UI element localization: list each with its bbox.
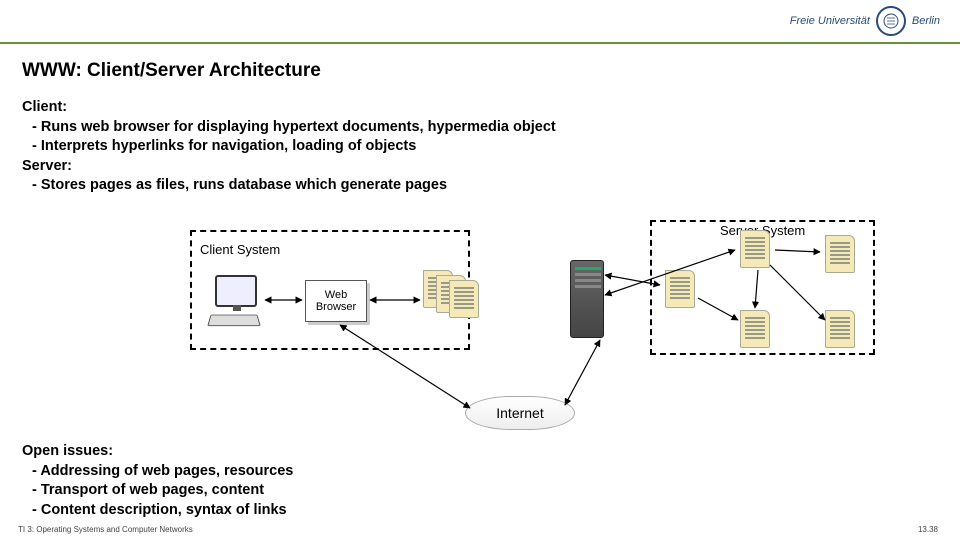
computer-icon — [205, 275, 265, 330]
issue-bullet-1: - Addressing of web pages, resources — [22, 462, 293, 482]
logo-text: Freie Universität — [790, 15, 870, 27]
slide-title: WWW: Client/Server Architecture — [22, 60, 321, 82]
client-bullet-2: - Interprets hyperlinks for navigation, … — [22, 137, 556, 157]
document-icon — [740, 310, 770, 348]
internet-label: Internet — [496, 405, 543, 421]
issue-bullet-2: - Transport of web pages, content — [22, 481, 293, 501]
architecture-diagram: Client System Server System Web Browser — [190, 220, 890, 365]
document-icon — [449, 280, 479, 318]
document-icon — [665, 270, 695, 308]
client-system-label: Client System — [200, 242, 280, 257]
seal-icon — [876, 6, 906, 36]
footer-page-number: 13.38 — [918, 525, 938, 534]
server-heading: Server: — [22, 157, 556, 177]
logo-city: Berlin — [912, 15, 940, 27]
issue-bullet-3: - Content description, syntax of links — [22, 501, 293, 521]
content-block-top: Client: - Runs web browser for displayin… — [22, 98, 556, 196]
content-block-bottom: Open issues: - Addressing of web pages, … — [22, 442, 293, 520]
web-browser-box: Web Browser — [305, 280, 367, 322]
open-issues-heading: Open issues: — [22, 442, 293, 462]
document-icon — [825, 235, 855, 273]
header-divider — [0, 42, 960, 44]
server-bullet-1: - Stores pages as files, runs database w… — [22, 176, 556, 196]
client-bullet-1: - Runs web browser for displaying hypert… — [22, 118, 556, 138]
internet-cloud: Internet — [465, 396, 575, 430]
client-heading: Client: — [22, 98, 556, 118]
footer-course: TI 3: Operating Systems and Computer Net… — [18, 525, 193, 534]
server-tower-icon — [570, 260, 604, 338]
university-logo: Freie Universität Berlin — [790, 6, 940, 36]
document-icon — [740, 230, 770, 268]
document-icon — [825, 310, 855, 348]
